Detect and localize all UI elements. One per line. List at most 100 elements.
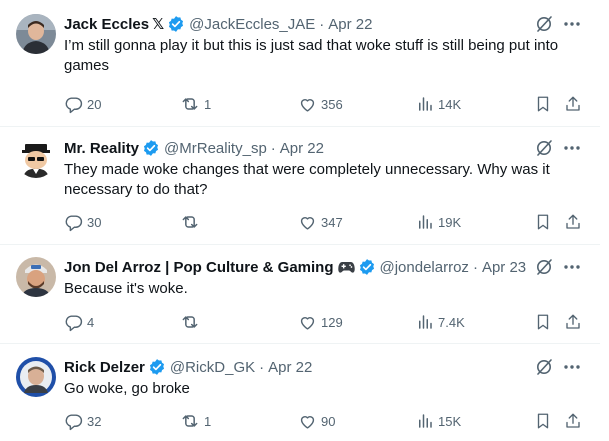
display-name[interactable]: Rick Delzer [64,359,145,376]
like-icon [300,98,315,112]
share-icon [566,314,580,329]
display-name[interactable]: Jack Eccles [64,16,149,33]
more-icon[interactable] [562,138,582,158]
reply-count: 30 [87,214,102,230]
share-button[interactable] [564,94,582,114]
tweet-jack-eccles[interactable]: Jack Eccles 𝕏 @JackEccles_JAE · Apr 22 I… [0,14,600,126]
handle[interactable]: @RickD_GK [170,359,255,376]
game-controller-icon [337,260,355,274]
tweet-text: They made woke changes that were complet… [64,161,550,198]
handle[interactable]: @jondelarroz [380,259,469,276]
share-button[interactable] [564,411,582,431]
more-icon[interactable] [562,357,582,377]
tweet-header: Mr. Reality @MrReality_sp · Apr 22 [64,138,564,158]
like-count: 356 [321,96,343,112]
views-button[interactable]: 14K [416,94,461,114]
timestamp[interactable]: Apr 22 [268,359,312,376]
separator-dot: · [319,15,325,33]
tweet-actions: 32 1 90 15K [64,411,592,431]
like-count: 129 [321,314,343,330]
share-button[interactable] [564,212,582,232]
more-icon[interactable] [562,257,582,277]
like-icon [300,316,315,330]
view-count: 15K [438,413,462,429]
tweet-jon-del-arroz[interactable]: Jon Del Arroz | Pop Culture & Gaming @jo… [0,257,600,341]
tweet-rick-delzer[interactable]: Rick Delzer @RickD_GK · Apr 22 Go woke, … [0,357,600,441]
grok-icon[interactable] [534,138,554,158]
share-icon [566,96,580,111]
divider [0,244,600,245]
like-button[interactable]: 347 [298,212,343,232]
timestamp[interactable]: Apr 22 [280,140,324,157]
views-button[interactable]: 15K [416,411,461,431]
reply-icon [65,314,83,331]
reply-button[interactable]: 20 [64,94,101,114]
repost-icon [182,316,198,328]
bookmark-button[interactable] [534,212,552,232]
like-count: 90 [321,413,336,429]
bookmark-icon [537,214,549,230]
like-button[interactable]: 129 [298,312,343,332]
avatar[interactable] [16,138,56,178]
bookmark-button[interactable] [534,94,552,114]
like-button[interactable]: 356 [298,94,343,114]
reply-count: 4 [87,314,95,330]
display-name[interactable]: Jon Del Arroz | Pop Culture & Gaming [64,259,334,276]
views-button[interactable]: 7.4K [416,312,465,332]
view-count: 14K [438,96,462,112]
tweet-actions: 30 347 19K [64,212,592,232]
views-button[interactable]: 19K [416,212,461,232]
grok-icon[interactable] [534,14,554,34]
repost-button[interactable] [180,312,204,332]
grok-icon[interactable] [534,357,554,377]
display-name[interactable]: Mr. Reality [64,140,139,157]
handle[interactable]: @JackEccles_JAE [189,16,315,33]
bookmark-button[interactable] [534,312,552,332]
timestamp[interactable]: Apr 22 [328,16,372,33]
bookmark-button[interactable] [534,411,552,431]
separator-dot: · [270,139,276,157]
reply-button[interactable]: 4 [64,312,94,332]
share-icon [566,413,580,428]
tweet-text: Go woke, go broke [64,380,190,397]
separator-dot: · [259,358,265,376]
reply-button[interactable]: 30 [64,212,101,232]
avatar[interactable] [16,257,56,297]
repost-count: 1 [204,96,212,112]
verified-badge-icon [142,139,160,157]
view-count: 19K [438,214,462,230]
view-count: 7.4K [438,314,465,330]
grok-icon[interactable] [534,257,554,277]
like-button[interactable]: 90 [298,411,335,431]
reply-feed: Jack Eccles 𝕏 @JackEccles_JAE · Apr 22 I… [0,0,600,441]
reply-count: 32 [87,413,102,429]
reply-button[interactable]: 32 [64,411,101,431]
avatar[interactable] [16,14,56,54]
share-icon [566,214,580,229]
tweet-header: Jack Eccles 𝕏 @JackEccles_JAE · Apr 22 [64,14,564,34]
bookmark-icon [537,96,549,112]
avatar[interactable] [16,357,56,397]
tweet-header: Jon Del Arroz | Pop Culture & Gaming @jo… [64,257,564,277]
repost-button[interactable]: 1 [180,411,211,431]
repost-count: 1 [204,413,212,429]
views-icon [419,97,432,111]
share-button[interactable] [564,312,582,332]
views-icon [419,414,432,428]
verified-badge-icon [167,15,185,33]
repost-button[interactable] [180,212,204,232]
handle[interactable]: @MrReality_sp [164,140,267,157]
repost-icon [182,216,198,228]
bookmark-icon [537,314,549,330]
repost-button[interactable]: 1 [180,94,211,114]
reply-icon [65,96,83,113]
timestamp[interactable]: Apr 23 [482,259,526,276]
tweet-actions: 4 129 7.4K [64,312,592,332]
bookmark-icon [537,413,549,429]
tweet-actions: 20 1 356 14K [64,94,592,114]
verified-badge-icon [148,358,166,376]
views-icon [419,215,432,229]
tweet-mr-reality[interactable]: Mr. Reality @MrReality_sp · Apr 22 They … [0,138,600,242]
more-icon[interactable] [562,14,582,34]
repost-icon [182,98,198,110]
